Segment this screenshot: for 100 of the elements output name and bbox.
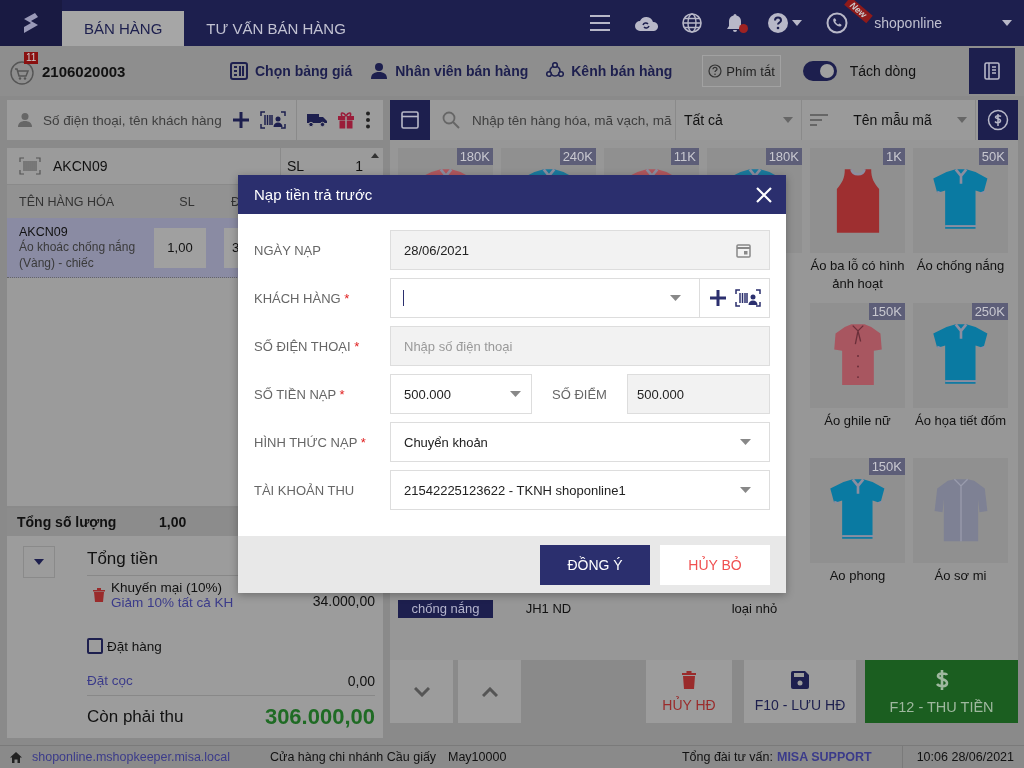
new-ribbon: New: [843, 0, 873, 23]
promotion-amount: 34.000,00: [312, 593, 375, 609]
invoice-number: 2106020003: [42, 62, 127, 80]
plus-icon[interactable]: [232, 111, 250, 129]
quantity-field[interactable]: 1,00: [154, 227, 206, 268]
barcode-scan-icon[interactable]: [260, 111, 286, 129]
cancel-button[interactable]: HỦY BỎ: [660, 544, 770, 585]
dialog-title: Nạp tiền trả trước: [254, 186, 373, 203]
caret-icon: [792, 20, 803, 26]
menu-icon[interactable]: [590, 15, 611, 31]
dollar-circle-icon: [987, 109, 1009, 131]
phone-icon[interactable]: [826, 12, 849, 34]
globe-icon[interactable]: [682, 13, 703, 33]
chevron-down-icon: [413, 686, 430, 697]
field-label: SỐ ĐIỆN THOẠI *: [254, 338, 361, 354]
trash-icon[interactable]: [93, 588, 105, 602]
caret-icon: [510, 391, 521, 397]
cart-icon: [10, 61, 34, 85]
date-field[interactable]: 28/06/2021: [390, 230, 770, 270]
product-tile[interactable]: 1K: [810, 148, 905, 253]
promotion-label: Khuyến mại (10%): [111, 580, 224, 595]
price-badge: 11K: [670, 148, 699, 165]
spin-up-icon[interactable]: [371, 153, 379, 158]
shortcut-button[interactable]: Phím tắt: [702, 55, 781, 87]
toolbar-button[interactable]: Kênh bán hàng: [546, 62, 673, 80]
product-name: Ao phong: [829, 567, 886, 585]
hotline-link[interactable]: MISA SUPPORT: [777, 750, 872, 764]
caret-icon: [740, 487, 751, 493]
quantity-value: 1: [355, 158, 363, 174]
barcode-scan-icon[interactable]: [734, 289, 761, 307]
phone-field[interactable]: Nhập số điện thoại: [390, 326, 770, 366]
price-badge: 150K: [868, 303, 905, 320]
save-invoice-button[interactable]: F10 - LƯU HĐ: [744, 660, 856, 723]
product-tile[interactable]: 250K: [913, 303, 1008, 408]
field-label: HÌNH THỨC NẠP *: [254, 434, 367, 450]
order-label: Đặt hàng: [107, 638, 162, 654]
dropdown[interactable]: Chuyển khoản: [390, 422, 770, 462]
toolbar-button[interactable]: Nhân viên bán hàng: [370, 62, 529, 80]
checkout-button[interactable]: F12 - THU TIỀN: [865, 660, 1018, 723]
sort-icon: [810, 114, 828, 126]
deposit-amount: 0,00: [347, 672, 375, 689]
item-code: AKCN09: [19, 224, 69, 239]
truck-icon[interactable]: [307, 113, 327, 127]
quantity-field[interactable]: SL 1: [281, 148, 383, 184]
layout-button[interactable]: [390, 100, 430, 140]
cloud-sync-icon[interactable]: [634, 14, 659, 32]
product-tile[interactable]: 150K: [810, 458, 905, 563]
field-label: SỐ ĐIỂM: [551, 386, 608, 402]
gift-icon[interactable]: [337, 111, 355, 129]
user-menu[interactable]: shoponline: [874, 0, 942, 46]
product-tile[interactable]: 50K: [913, 148, 1008, 253]
cancel-invoice-button[interactable]: HỦY HĐ: [646, 660, 732, 723]
caret-icon: [783, 117, 793, 123]
order-checkbox[interactable]: [87, 638, 103, 654]
price-badge: 180K: [765, 148, 802, 165]
deposit-link[interactable]: Đặt cọc: [87, 673, 133, 688]
product-tile[interactable]: 150K: [810, 303, 905, 408]
product-tile[interactable]: [913, 458, 1008, 563]
text-cursor-icon: [403, 290, 404, 306]
product-name: loại nhỏ: [730, 600, 779, 618]
dropdown[interactable]: 21542225123622 - TKNH shoponline1: [390, 470, 770, 510]
tab[interactable]: TƯ VẤN BÁN HÀNG: [184, 11, 368, 46]
plus-icon[interactable]: [708, 289, 727, 307]
user-icon: [17, 112, 33, 128]
caret-icon: [957, 117, 967, 123]
product-name: Áo chống nắng: [916, 257, 1005, 275]
branch-name: Cửa hàng chi nhánh Cầu giấy: [270, 750, 438, 764]
field-label: SỐ TIỀN NẠP *: [254, 386, 346, 402]
hotline-label: Tổng đài tư vấn:: [681, 750, 773, 764]
close-icon[interactable]: [756, 186, 772, 203]
field-label: NGÀY NẠP: [254, 242, 322, 258]
panel-button[interactable]: [969, 48, 1015, 94]
caret-icon: [670, 295, 681, 301]
product-name: chống nắng: [398, 600, 493, 618]
product-name: Áo ba lỗ có hình ảnh hoạt: [810, 257, 905, 293]
caret-icon: [1002, 20, 1012, 26]
price-list-icon: [230, 62, 248, 80]
field-label: TÀI KHOẢN THU: [254, 482, 356, 498]
price-mode-button[interactable]: [978, 100, 1018, 140]
host-link[interactable]: shoponline.mshopkeeper.misa.local: [32, 750, 231, 764]
amount-dropdown[interactable]: 500.000: [390, 374, 532, 414]
item-name: Áo khoác chống nắng (Vàng) - chiếc: [19, 238, 137, 271]
more-icon[interactable]: [365, 111, 371, 129]
home-icon: [10, 751, 22, 763]
toggle-switch[interactable]: [802, 61, 837, 81]
price-badge: 1K: [883, 148, 905, 165]
toolbar-button[interactable]: Chọn bảng giá: [230, 62, 353, 80]
confirm-button[interactable]: ĐỒNG Ý: [540, 544, 650, 585]
help-icon[interactable]: [768, 13, 789, 33]
product-name: Áo sơ mi: [934, 567, 987, 585]
field-label: KHÁCH HÀNG *: [254, 290, 351, 306]
customer-field[interactable]: [390, 278, 700, 318]
amount-due-label: Còn phải thu: [87, 707, 184, 727]
promotion-link[interactable]: Giảm 10% tất cả KH: [111, 595, 234, 610]
collapse-button[interactable]: [23, 546, 55, 578]
product-name: JH1 ND: [524, 600, 573, 618]
help-icon: [708, 64, 723, 78]
tab[interactable]: BÁN HÀNG: [62, 11, 185, 46]
points-field[interactable]: 500.000: [627, 374, 770, 414]
calendar-icon: [736, 242, 751, 258]
